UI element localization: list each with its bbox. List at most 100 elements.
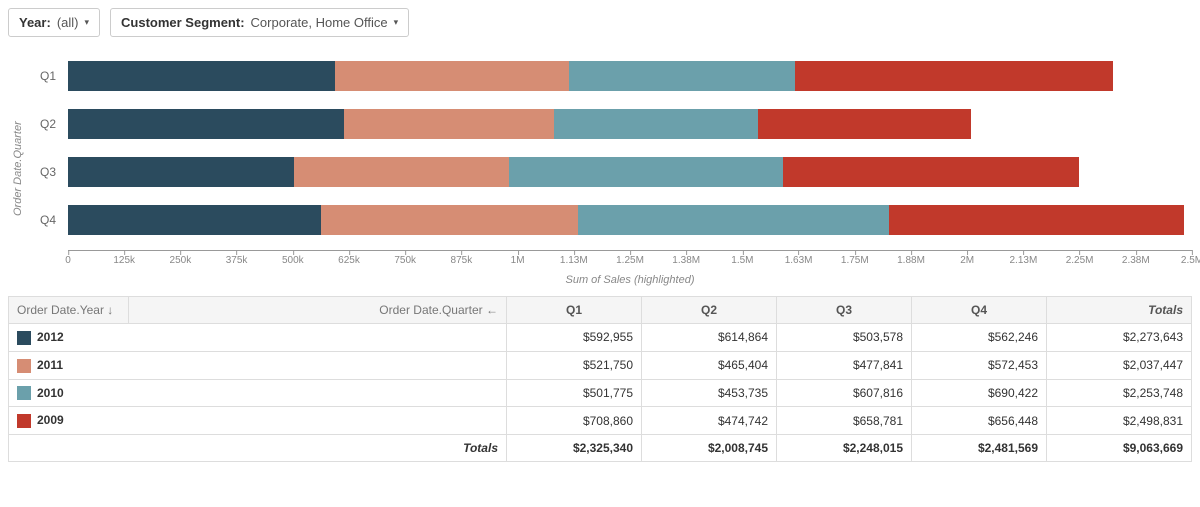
bar-segment[interactable]: [569, 61, 795, 91]
stacked-bar-chart: Order Date.Quarter Q1Q2Q3Q4 0125k250k375…: [8, 52, 1192, 286]
col-header-q3[interactable]: Q3: [777, 297, 912, 324]
col-header-q1[interactable]: Q1: [507, 297, 642, 324]
x-axis-tick: 625k: [338, 251, 360, 266]
data-cell[interactable]: $656,448: [912, 407, 1047, 435]
bar-segment[interactable]: [335, 61, 570, 91]
bar-row: Q1: [28, 52, 1192, 100]
x-axis-tick: 1.75M: [841, 251, 869, 266]
year-filter[interactable]: Year: (all) ▾: [8, 8, 100, 37]
totals-cell: $2,248,015: [777, 435, 912, 462]
segment-filter-value: Corporate, Home Office: [251, 15, 388, 30]
bar-segment[interactable]: [68, 109, 344, 139]
bar-segment[interactable]: [554, 109, 758, 139]
filter-bar: Year: (all) ▾ Customer Segment: Corporat…: [8, 8, 1192, 37]
data-cell[interactable]: $465,404: [642, 351, 777, 379]
totals-cell: $2,008,745: [642, 435, 777, 462]
bar-segment[interactable]: [783, 157, 1079, 187]
bar-category-label: Q4: [28, 213, 68, 227]
totals-cell: $2,325,340: [507, 435, 642, 462]
year-cell[interactable]: 2009: [9, 407, 507, 435]
table-row: 2009 $708,860$474,742$658,781$656,448$2,4…: [9, 407, 1192, 435]
year-label: 2010: [37, 386, 64, 400]
year-cell[interactable]: 2011: [9, 351, 507, 379]
bar-category-label: Q1: [28, 69, 68, 83]
x-axis-tick: 2M: [960, 251, 974, 266]
bar-track[interactable]: [68, 109, 1192, 139]
table-row: 2012 $592,955$614,864$503,578$562,246$2,2…: [9, 324, 1192, 352]
legend-swatch: [17, 331, 31, 345]
data-cell[interactable]: $572,453: [912, 351, 1047, 379]
bar-track[interactable]: [68, 205, 1192, 235]
col-header-q2[interactable]: Q2: [642, 297, 777, 324]
data-cell[interactable]: $453,735: [642, 379, 777, 407]
year-filter-value: (all): [57, 15, 79, 30]
chevron-down-icon: ▾: [394, 17, 399, 28]
x-axis-tick: 1M: [511, 251, 525, 266]
data-cell[interactable]: $2,037,447: [1047, 351, 1192, 379]
x-axis-tick: 2.38M: [1122, 251, 1150, 266]
data-cell[interactable]: $562,246: [912, 324, 1047, 352]
legend-swatch: [17, 359, 31, 373]
x-axis-tick: 750k: [394, 251, 416, 266]
bar-segment[interactable]: [344, 109, 553, 139]
x-axis: 0125k250k375k500k625k750k875k1M1.13M1.25…: [68, 250, 1192, 270]
bar-segment[interactable]: [509, 157, 782, 187]
data-cell[interactable]: $690,422: [912, 379, 1047, 407]
totals-label: Totals: [9, 435, 507, 462]
year-filter-label: Year:: [19, 15, 51, 30]
col-header-totals[interactable]: Totals: [1047, 297, 1192, 324]
col-header-year[interactable]: Order Date.Year ↓: [9, 297, 129, 324]
bar-segment[interactable]: [321, 205, 578, 235]
data-cell[interactable]: $521,750: [507, 351, 642, 379]
data-cell[interactable]: $708,860: [507, 407, 642, 435]
year-cell[interactable]: 2012: [9, 324, 507, 352]
year-cell[interactable]: 2010: [9, 379, 507, 407]
x-axis-tick: 2.13M: [1009, 251, 1037, 266]
table-row: 2010 $501,775$453,735$607,816$690,422$2,2…: [9, 379, 1192, 407]
x-axis-tick: 1.38M: [672, 251, 700, 266]
bar-segment[interactable]: [795, 61, 1114, 91]
bar-segment[interactable]: [294, 157, 509, 187]
data-cell[interactable]: $592,955: [507, 324, 642, 352]
x-axis-tick: 250k: [170, 251, 192, 266]
bar-track[interactable]: [68, 157, 1192, 187]
data-cell[interactable]: $607,816: [777, 379, 912, 407]
bar-segment[interactable]: [889, 205, 1184, 235]
segment-filter-label: Customer Segment:: [121, 15, 245, 30]
y-axis-title: Order Date.Quarter: [8, 52, 28, 286]
data-cell[interactable]: $501,775: [507, 379, 642, 407]
x-axis-tick: 2.25M: [1066, 251, 1094, 266]
bar-segment[interactable]: [68, 205, 321, 235]
x-axis-tick: 1.5M: [731, 251, 753, 266]
data-cell[interactable]: $658,781: [777, 407, 912, 435]
data-cell[interactable]: $2,498,831: [1047, 407, 1192, 435]
data-cell[interactable]: $2,253,748: [1047, 379, 1192, 407]
bar-segment[interactable]: [578, 205, 888, 235]
data-cell[interactable]: $474,742: [642, 407, 777, 435]
col-header-q4[interactable]: Q4: [912, 297, 1047, 324]
table-row: 2011$521,750$465,404$477,841$572,453$2,0…: [9, 351, 1192, 379]
bar-row: Q2: [28, 100, 1192, 148]
x-axis-tick: 0: [65, 251, 71, 266]
data-cell[interactable]: $2,273,643: [1047, 324, 1192, 352]
data-cell[interactable]: $614,864: [642, 324, 777, 352]
x-axis-tick: 2.5M: [1181, 251, 1200, 266]
data-table: Order Date.Year ↓ Order Date.Quarter ← Q…: [8, 296, 1192, 462]
segment-filter[interactable]: Customer Segment: Corporate, Home Office…: [110, 8, 409, 37]
year-label: 2009: [37, 413, 64, 427]
data-cell[interactable]: $477,841: [777, 351, 912, 379]
bar-category-label: Q2: [28, 117, 68, 131]
bar-track[interactable]: [68, 61, 1192, 91]
bar-row: Q4: [28, 196, 1192, 244]
totals-cell: $9,063,669: [1047, 435, 1192, 462]
bar-segment[interactable]: [68, 61, 335, 91]
x-axis-tick: 125k: [113, 251, 135, 266]
legend-swatch: [17, 414, 31, 428]
chevron-down-icon: ▾: [84, 17, 89, 28]
bar-segment[interactable]: [758, 109, 971, 139]
x-axis-tick: 875k: [451, 251, 473, 266]
col-header-quarter[interactable]: Order Date.Quarter ←: [129, 297, 507, 324]
data-cell[interactable]: $503,578: [777, 324, 912, 352]
year-label: 2012: [37, 330, 64, 344]
bar-segment[interactable]: [68, 157, 294, 187]
